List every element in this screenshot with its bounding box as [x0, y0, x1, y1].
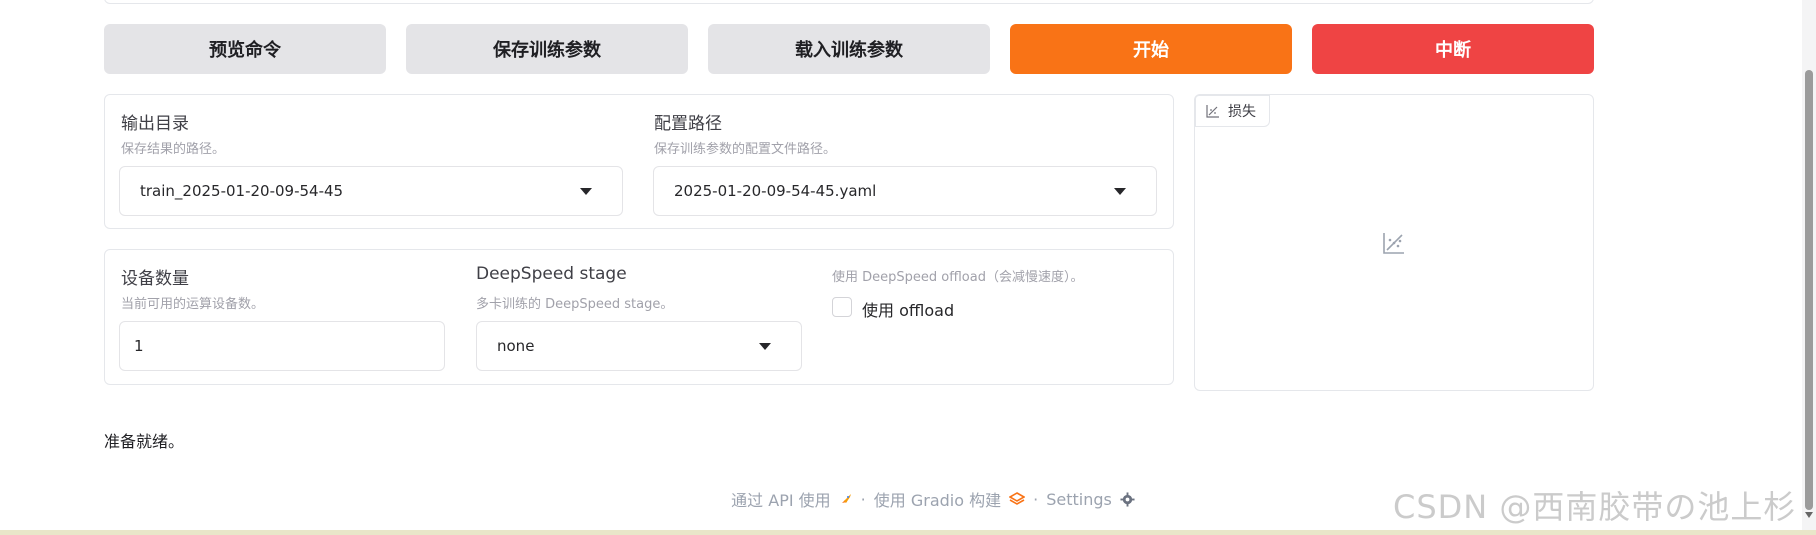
device-count-input[interactable]: 1 — [119, 321, 445, 371]
scroll-down-icon[interactable] — [1805, 512, 1813, 518]
footer-separator: · — [1033, 489, 1039, 509]
save-args-button[interactable]: 保存训练参数 — [406, 24, 688, 74]
ds-stage-value: none — [497, 337, 535, 355]
config-path-value: 2025-01-20-09-54-45.yaml — [674, 182, 877, 200]
output-dir-info: 保存结果的路径。 — [121, 142, 226, 157]
ds-stage-dropdown[interactable]: none — [476, 321, 802, 371]
config-path-label: 配置路径 — [654, 114, 722, 134]
page: 预览命令 保存训练参数 载入训练参数 开始 中断 输出目录 保存结果的路径。 t… — [0, 0, 1816, 535]
load-args-button[interactable]: 载入训练参数 — [708, 24, 990, 74]
ds-offload-info: 使用 DeepSpeed offload（会减慢速度）。 — [832, 270, 1084, 285]
scrollbar[interactable] — [1802, 0, 1816, 535]
chevron-down-icon — [759, 343, 771, 350]
gear-icon[interactable] — [1120, 491, 1135, 507]
chevron-down-icon — [580, 188, 592, 195]
footer-separator: · — [860, 489, 866, 509]
chart-icon — [1206, 105, 1219, 118]
api-link[interactable]: 通过 API 使用 — [731, 487, 831, 511]
device-panel: 设备数量 当前可用的运算设备数。 1 DeepSpeed stage 多卡训练的… — [104, 249, 1174, 385]
device-count-info: 当前可用的运算设备数。 — [121, 297, 265, 312]
empty-plot-icon — [1383, 233, 1404, 254]
ds-stage-label: DeepSpeed stage — [476, 264, 627, 284]
status-text: 准备就绪。 — [104, 432, 185, 451]
path-panel: 输出目录 保存结果的路径。 train_2025-01-20-09-54-45 … — [104, 94, 1174, 229]
window-bottom-edge — [0, 530, 1816, 535]
device-count-label: 设备数量 — [121, 269, 189, 289]
output-dir-label: 输出目录 — [121, 114, 189, 134]
config-path-info: 保存训练参数的配置文件路径。 — [654, 142, 837, 157]
start-button[interactable]: 开始 — [1010, 24, 1292, 74]
gradio-logo-icon — [1009, 492, 1026, 505]
device-count-value: 1 — [134, 337, 144, 355]
loss-plot-tab-label: 损失 — [1228, 104, 1256, 120]
ds-stage-info: 多卡训练的 DeepSpeed stage。 — [476, 297, 674, 312]
abort-button[interactable]: 中断 — [1312, 24, 1594, 74]
ds-offload-label[interactable]: 使用 offload — [862, 297, 954, 321]
ds-offload-checkbox[interactable] — [832, 297, 852, 317]
scrollbar-thumb[interactable] — [1805, 70, 1813, 510]
settings-link[interactable]: Settings — [1046, 490, 1112, 509]
rocket-icon — [841, 494, 851, 503]
output-dir-dropdown[interactable]: train_2025-01-20-09-54-45 — [119, 166, 623, 216]
gradio-link[interactable]: 使用 Gradio 构建 — [874, 487, 1001, 511]
config-path-dropdown[interactable]: 2025-01-20-09-54-45.yaml — [653, 166, 1157, 216]
preview-command-button[interactable]: 预览命令 — [104, 24, 386, 74]
watermark: CSDN @西南胶带の池上杉 — [1393, 488, 1797, 526]
loss-plot-tab: 损失 — [1195, 95, 1270, 127]
chevron-down-icon — [1114, 188, 1126, 195]
output-dir-value: train_2025-01-20-09-54-45 — [140, 182, 344, 200]
previous-panel-edge — [104, 0, 1594, 4]
